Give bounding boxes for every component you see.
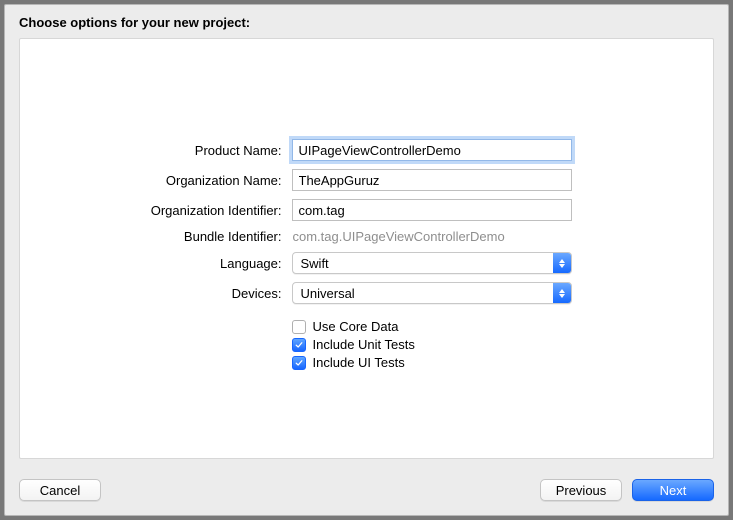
dialog-title: Choose options for your new project: — [5, 5, 728, 38]
new-project-dialog: Choose options for your new project: Pro… — [4, 4, 729, 516]
checkmark-icon — [295, 341, 303, 349]
row-language: Language: Swift — [137, 252, 597, 274]
updown-icon — [553, 253, 571, 273]
devices-popup[interactable]: Universal — [292, 282, 572, 304]
checkmark-icon — [295, 359, 303, 367]
content-outer: Product Name: Organization Name: Organiz… — [5, 38, 728, 469]
form: Product Name: Organization Name: Organiz… — [137, 139, 597, 370]
product-name-field[interactable] — [292, 139, 572, 161]
next-button[interactable]: Next — [632, 479, 714, 501]
options-block: Use Core Data Include Unit Tests Include… — [137, 312, 597, 370]
bundle-identifier-value: com.tag.UIPageViewControllerDemo — [292, 229, 505, 244]
previous-button[interactable]: Previous — [540, 479, 622, 501]
org-name-field[interactable] — [292, 169, 572, 191]
button-bar: Cancel Previous Next — [5, 469, 728, 515]
label-org-name: Organization Name: — [137, 173, 292, 188]
content-frame: Product Name: Organization Name: Organiz… — [19, 38, 714, 459]
cancel-button[interactable]: Cancel — [19, 479, 101, 501]
include-ui-tests-label: Include UI Tests — [313, 355, 405, 370]
use-core-data-label: Use Core Data — [313, 319, 399, 334]
label-product-name: Product Name: — [137, 143, 292, 158]
row-org-identifier: Organization Identifier: — [137, 199, 597, 221]
org-identifier-field[interactable] — [292, 199, 572, 221]
devices-value: Universal — [293, 286, 553, 301]
row-bundle-identifier: Bundle Identifier: com.tag.UIPageViewCon… — [137, 229, 597, 244]
row-org-name: Organization Name: — [137, 169, 597, 191]
label-bundle-identifier: Bundle Identifier: — [137, 229, 292, 244]
use-core-data-checkbox[interactable] — [292, 320, 306, 334]
row-product-name: Product Name: — [137, 139, 597, 161]
label-language: Language: — [137, 256, 292, 271]
row-include-unit-tests: Include Unit Tests — [292, 337, 597, 352]
include-unit-tests-checkbox[interactable] — [292, 338, 306, 352]
label-devices: Devices: — [137, 286, 292, 301]
include-ui-tests-checkbox[interactable] — [292, 356, 306, 370]
language-value: Swift — [293, 256, 553, 271]
row-devices: Devices: Universal — [137, 282, 597, 304]
include-unit-tests-label: Include Unit Tests — [313, 337, 415, 352]
language-popup[interactable]: Swift — [292, 252, 572, 274]
row-use-core-data: Use Core Data — [292, 319, 597, 334]
updown-icon — [553, 283, 571, 303]
label-org-identifier: Organization Identifier: — [137, 203, 292, 218]
row-include-ui-tests: Include UI Tests — [292, 355, 597, 370]
